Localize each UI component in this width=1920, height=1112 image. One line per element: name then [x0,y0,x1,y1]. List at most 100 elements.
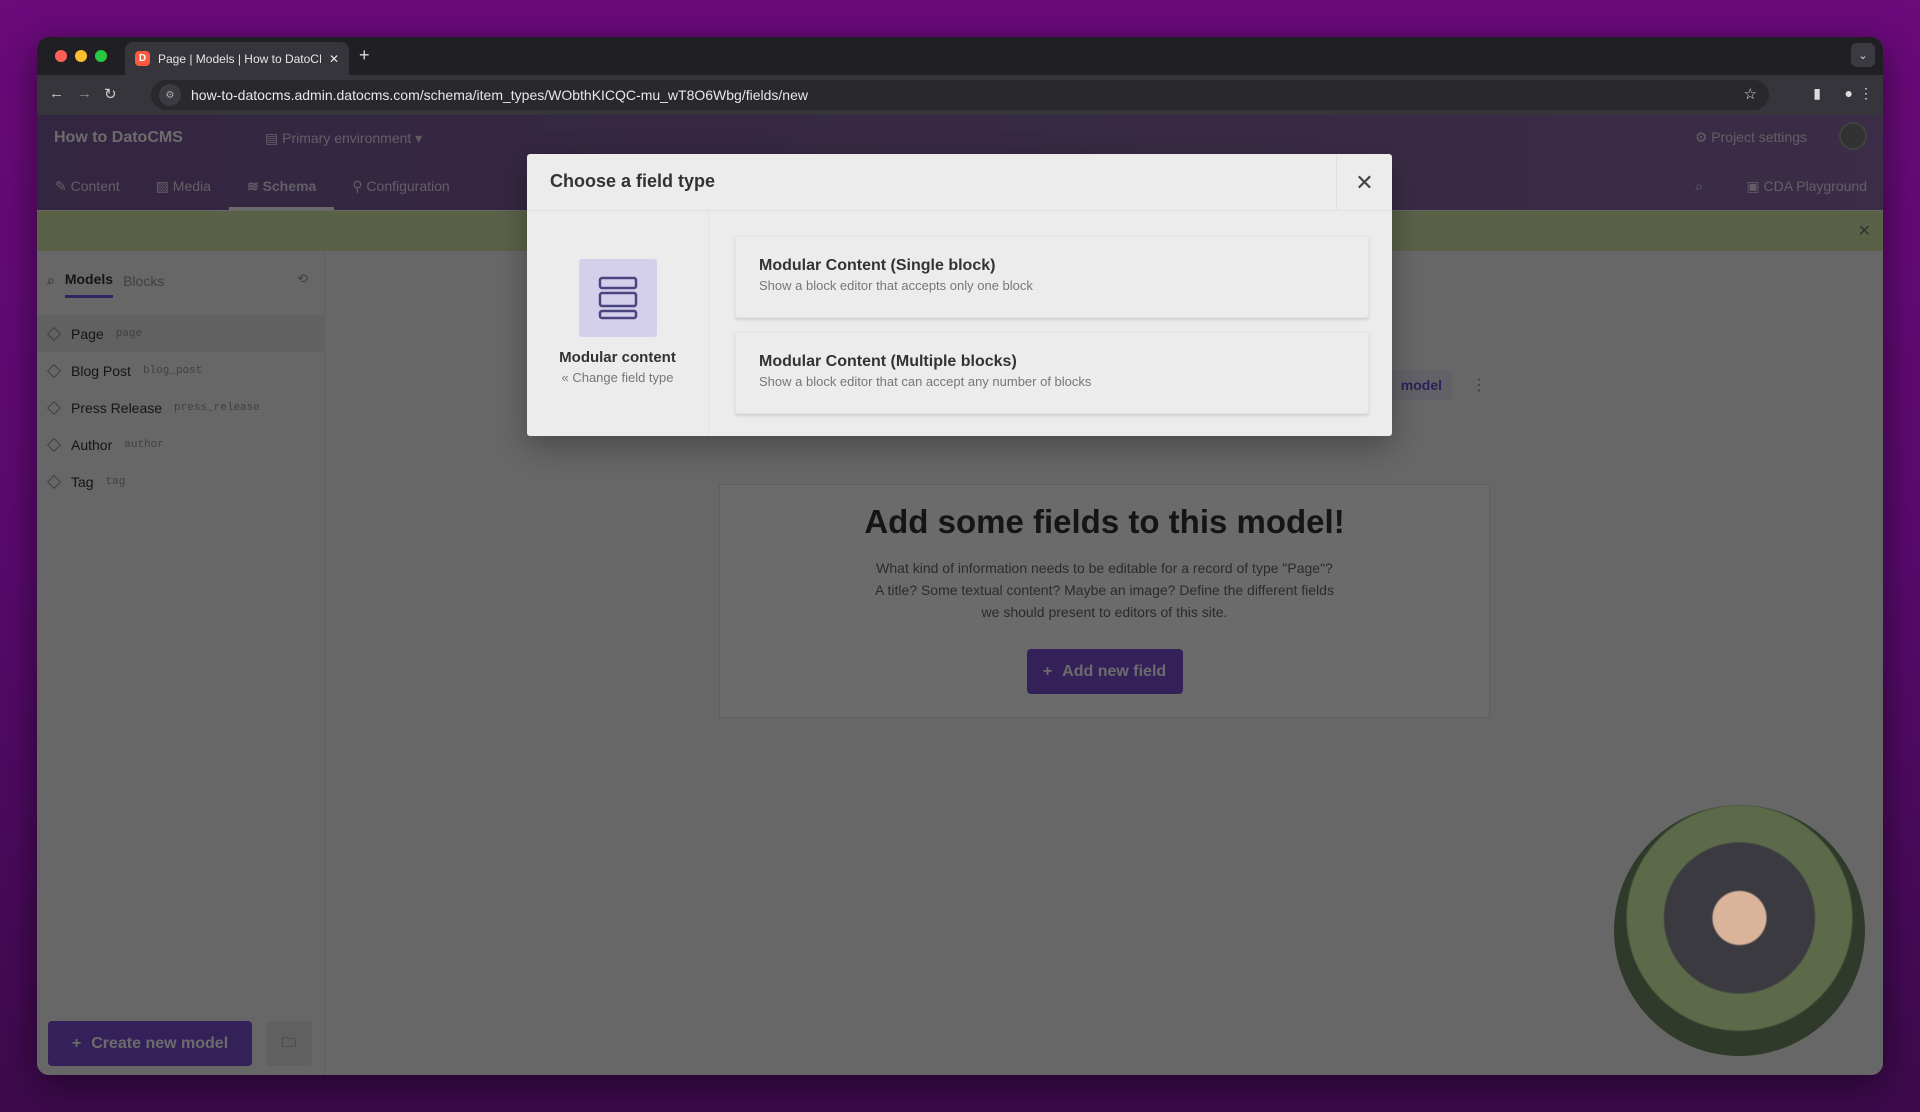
close-window-button[interactable] [55,50,67,62]
add-new-field-button[interactable]: + Add new field [1026,649,1183,694]
minimize-window-button[interactable] [75,50,87,62]
model-api-key: blog_post [142,364,203,377]
address-bar[interactable]: ⚙ how-to-datocms.admin.datocms.com/schema… [151,80,1769,110]
search-icon[interactable]: ⌕ [47,272,55,289]
model-api-key: tag [105,475,126,488]
create-new-model-button[interactable]: + Create new model [48,1021,252,1066]
sidebar-item-tag[interactable]: Tag tag [37,463,325,500]
project-settings-label: Project settings [1711,129,1807,145]
profile-avatar-icon[interactable]: ● [1845,85,1853,101]
tab-content[interactable]: ✎ Content [37,165,138,210]
plus-icon: + [71,1034,82,1052]
model-name: Author [71,436,113,453]
environment-selector[interactable]: ▤ Primary environment ▾ [265,130,422,147]
layers-icon: ≋ [246,178,263,194]
diamond-icon [46,437,62,452]
diamond-icon [46,326,62,341]
image-icon: ▨ [155,178,173,194]
choose-field-type-modal: Choose a field type ✕ Modular content « C… [527,154,1392,436]
tab-title: Page | Models | How to DatoCMS [158,51,321,66]
diamond-icon [46,363,62,378]
tab-bar: D Page | Models | How to DatoCMS ✕ + ⌄ [37,37,1883,75]
tab-label: Schema [262,178,317,194]
history-icon[interactable]: ⟲ [297,271,308,287]
project-settings-link[interactable]: ⚙ Project settings [1695,129,1807,146]
tab-search-chevron-icon[interactable]: ⌄ [1851,43,1875,67]
tab-media[interactable]: ▨ Media [138,165,229,210]
address-toolbar: ← → ↻ ⚙ how-to-datocms.admin.datocms.com/… [37,75,1883,115]
tab-label: Configuration [366,178,450,194]
sidebar-item-page[interactable]: Page page [37,315,325,352]
datocms-favicon-icon: D [135,51,150,66]
project-name[interactable]: How to DatoCMS [54,129,183,147]
back-icon[interactable]: ← [49,85,64,102]
side-panel-icon[interactable]: ▮ [1813,85,1821,102]
modular-content-icon [578,259,657,337]
option-title: Modular Content (Single block) [759,257,996,274]
empty-state-text: What kind of information needs to be edi… [875,560,1334,620]
option-single-block[interactable]: Modular Content (Single block) Show a blo… [735,236,1369,318]
diamond-icon [46,400,62,415]
sidebar-item-press-release[interactable]: Press Release press_release [37,389,325,426]
model-name: Press Release [71,399,163,416]
sidebar-item-author[interactable]: Author author [37,426,325,463]
close-tab-icon[interactable]: ✕ [329,52,339,66]
tab-configuration[interactable]: ⚲ Configuration [334,165,467,210]
selected-field-type: Modular content « Change field type [527,211,709,436]
option-multiple-blocks[interactable]: Modular Content (Multiple blocks) Show a … [735,332,1369,414]
cda-playground-label: CDA Playground [1763,178,1867,194]
folder-plus-icon: 🗀 [282,1033,296,1050]
model-api-key: author [124,438,164,451]
url-text: how-to-datocms.admin.datocms.com/schema/… [191,87,808,103]
empty-state: Add some fields to this model! What kind… [719,484,1490,718]
cda-playground-link[interactable]: ▣ CDA Playground [1746,178,1867,195]
option-description: Show a block editor that accepts only on… [759,278,1033,293]
close-icon: ✕ [1355,169,1374,195]
configuration-icon: ⚲ [352,178,367,194]
tab-label: Content [70,178,120,194]
new-folder-button[interactable]: 🗀 [266,1021,312,1066]
plus-icon: + [1042,662,1053,680]
site-settings-icon[interactable]: ⚙ [159,84,181,106]
forward-icon[interactable]: → [77,85,92,102]
option-title: Modular Content (Multiple blocks) [759,353,1017,370]
sidebar-item-blog-post[interactable]: Blog Post blog_post [37,352,325,389]
model-api-key: press_release [174,401,260,414]
tab-models[interactable]: Models [64,271,114,298]
change-field-type-link[interactable]: « Change field type [527,370,708,385]
sidebar: ⌕ Models Blocks ⟲ Page page Blog Post blog_p… [37,251,325,1075]
close-notice-icon[interactable]: ✕ [1858,221,1871,241]
new-tab-button[interactable]: + [359,45,370,66]
webcam-overlay [1614,805,1865,1056]
diamond-icon [46,474,62,489]
add-field-label: Add new field [1062,662,1167,680]
create-label: Create new model [91,1034,229,1052]
database-icon: ▤ [265,130,283,146]
edit-icon: ✎ [55,178,71,194]
avatar[interactable] [1839,122,1867,150]
model-name: Blog Post [71,362,131,379]
model-api-key: page [115,327,143,340]
browser-menu-icon[interactable]: ⋮ [1859,85,1873,102]
browser-tab[interactable]: D Page | Models | How to DatoCMS ✕ [125,42,349,75]
main-nav: ✎ Content ▨ Media ≋ Schema ⚲ Configurati… [37,165,468,210]
option-description: Show a block editor that can accept any … [759,374,1092,389]
terminal-icon: ▣ [1746,178,1764,194]
search-icon[interactable]: ⌕ [1695,178,1703,195]
gear-icon: ⚙ [1694,129,1712,145]
model-name: Tag [71,473,94,490]
tab-blocks[interactable]: Blocks [123,273,164,289]
maximize-window-button[interactable] [95,50,107,62]
reload-icon[interactable]: ↻ [104,85,117,103]
empty-state-title: Add some fields to this model! [864,503,1345,540]
edit-model-button[interactable]: model [1390,370,1452,400]
tab-schema[interactable]: ≋ Schema [228,165,335,210]
field-type-name: Modular content [559,349,676,366]
environment-label: Primary environment [282,130,412,146]
more-options-icon[interactable]: ⋮ [1471,375,1487,395]
close-modal-button[interactable]: ✕ [1336,154,1392,211]
modal-title: Choose a field type [550,171,716,191]
bookmark-star-icon[interactable]: ☆ [1744,85,1757,103]
tab-label: Media [172,178,211,194]
model-name: Page [71,325,104,342]
